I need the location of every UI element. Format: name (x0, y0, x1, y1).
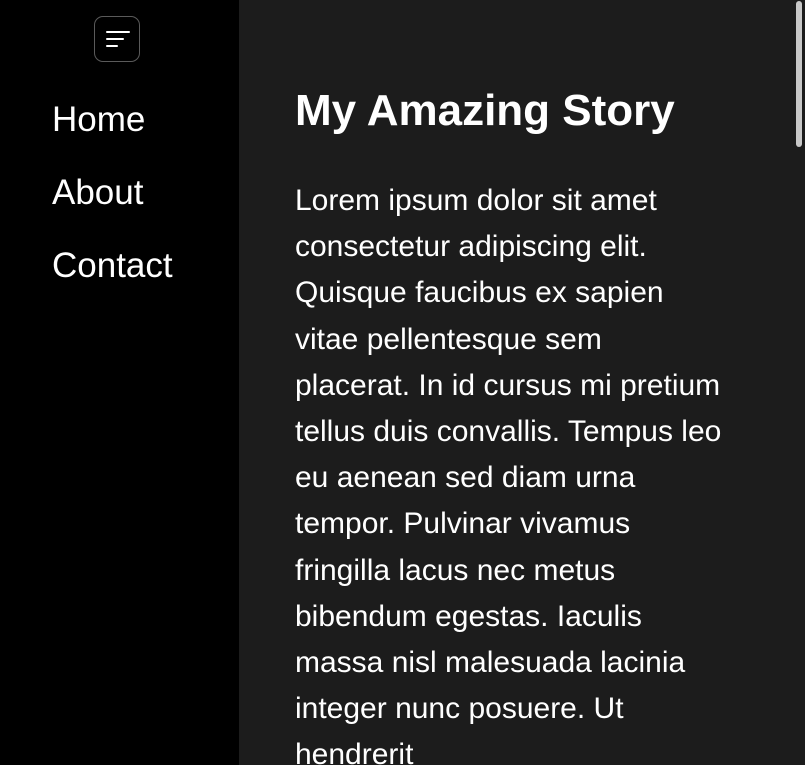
sidebar: Home About Contact (0, 0, 239, 765)
nav-link-about[interactable]: About (52, 175, 173, 248)
menu-lines-icon (106, 31, 130, 47)
vertical-scrollbar[interactable] (794, 0, 805, 765)
sidebar-nav: Home About Contact (52, 102, 173, 321)
nav-link-contact[interactable]: Contact (52, 248, 173, 321)
main-content: My Amazing Story Lorem ipsum dolor sit a… (239, 0, 794, 765)
scrollbar-thumb[interactable] (796, 1, 802, 147)
story-body: Lorem ipsum dolor sit amet consectetur a… (295, 184, 722, 765)
menu-toggle-button[interactable] (94, 16, 140, 62)
nav-link-home[interactable]: Home (52, 102, 173, 175)
page-title: My Amazing Story (295, 86, 675, 135)
